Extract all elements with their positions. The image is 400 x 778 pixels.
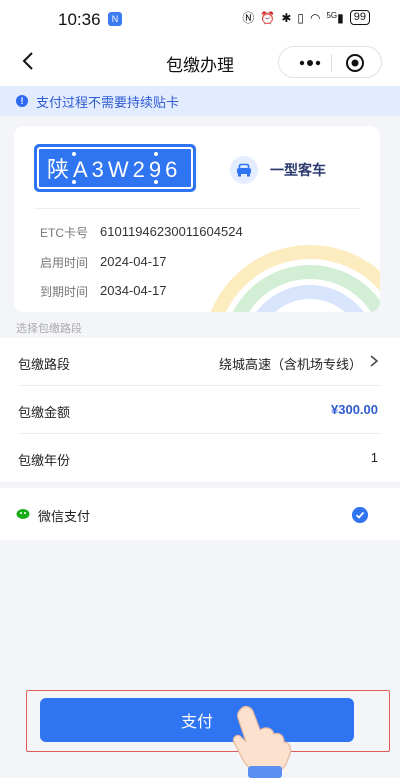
bluetooth-icon: ✱ xyxy=(281,10,292,25)
more-icon[interactable] xyxy=(295,53,325,73)
start-date-label: 启用时间 xyxy=(40,256,89,270)
years-row: 包缴年份 1 xyxy=(0,434,400,482)
end-date-label: 到期时间 xyxy=(40,285,89,299)
amount-row: 包缴金额 ¥300.00 xyxy=(0,386,400,434)
payment-method-option[interactable]: 微信支付 xyxy=(0,488,400,540)
notice-banner: ! 支付过程不需要持续贴卡 xyxy=(0,86,400,116)
end-date-row: 到期时间 2034-04-17 xyxy=(40,283,167,300)
end-date-value: 2034-04-17 xyxy=(100,283,167,298)
years-label: 包缴年份 xyxy=(18,453,71,468)
checkmark-icon[interactable] xyxy=(352,507,368,523)
status-bar: 10:36 N Ⓝ ⏰ ✱ ▯ ◠ 5G▮ 99 xyxy=(0,0,400,38)
etc-card-row: ETC卡号 61011946230011604524 xyxy=(40,224,243,241)
plate-rivet xyxy=(154,152,158,156)
route-value: 绕城高速（含机场专线） xyxy=(218,357,362,372)
divider xyxy=(34,208,360,209)
app-notification-icon: N xyxy=(108,12,122,26)
vibrate-icon: ▯ xyxy=(297,10,304,25)
capsule-divider xyxy=(331,54,332,72)
status-icons: Ⓝ ⏰ ✱ ▯ ◠ 5G▮ 99 xyxy=(242,9,370,26)
tap-hand-icon xyxy=(232,705,292,778)
info-icon: ! xyxy=(16,95,28,107)
battery-indicator: 99 xyxy=(349,10,370,25)
wechat-pay-icon xyxy=(16,509,30,519)
vehicle-type: 一型客车 xyxy=(230,156,326,184)
status-time: 10:36 xyxy=(58,10,101,29)
nfc-icon: Ⓝ xyxy=(242,11,255,25)
years-value: 1 xyxy=(370,450,378,465)
route-selector[interactable]: 包缴路段 绕城高速（含机场专线） xyxy=(0,338,400,386)
plate-rivet xyxy=(72,180,76,184)
license-plate-text: 陕A3W296 xyxy=(37,147,193,189)
start-date-value: 2024-04-17 xyxy=(100,254,167,269)
amount-value: ¥300.00 xyxy=(331,402,378,417)
payment-method-label: 微信支付 xyxy=(38,509,91,524)
route-label: 包缴路段 xyxy=(18,357,71,372)
car-icon xyxy=(230,156,258,184)
etc-card-label: ETC卡号 xyxy=(40,226,89,240)
license-plate: 陕A3W296 xyxy=(34,144,196,192)
etc-card-number: 61011946230011604524 xyxy=(100,224,243,239)
pay-button[interactable]: 支付 xyxy=(40,698,354,742)
close-mini-program-icon[interactable] xyxy=(345,53,365,73)
notice-text: 支付过程不需要持续贴卡 xyxy=(36,94,180,110)
chevron-right-icon xyxy=(370,355,379,367)
decorative-rainbow xyxy=(210,245,380,312)
alarm-icon: ⏰ xyxy=(260,10,276,25)
toll-form: 包缴路段 绕城高速（含机场专线） 包缴金额 ¥300.00 包缴年份 1 xyxy=(0,338,400,482)
plate-rivet xyxy=(72,152,76,156)
start-date-row: 启用时间 2024-04-17 xyxy=(40,254,167,271)
nav-bar: 包缴办理 xyxy=(0,38,400,86)
vehicle-card: 陕A3W296 一型客车 ETC卡号 61011946230011604524 … xyxy=(14,126,380,312)
wifi-icon: ◠ xyxy=(309,10,321,25)
vehicle-type-label: 一型客车 xyxy=(270,162,326,178)
signal-icon: 5G▮ xyxy=(326,10,344,25)
amount-label: 包缴金额 xyxy=(18,405,71,420)
mini-program-capsule xyxy=(278,46,382,78)
section-label: 选择包缴路段 xyxy=(16,323,82,335)
plate-rivet xyxy=(154,180,158,184)
